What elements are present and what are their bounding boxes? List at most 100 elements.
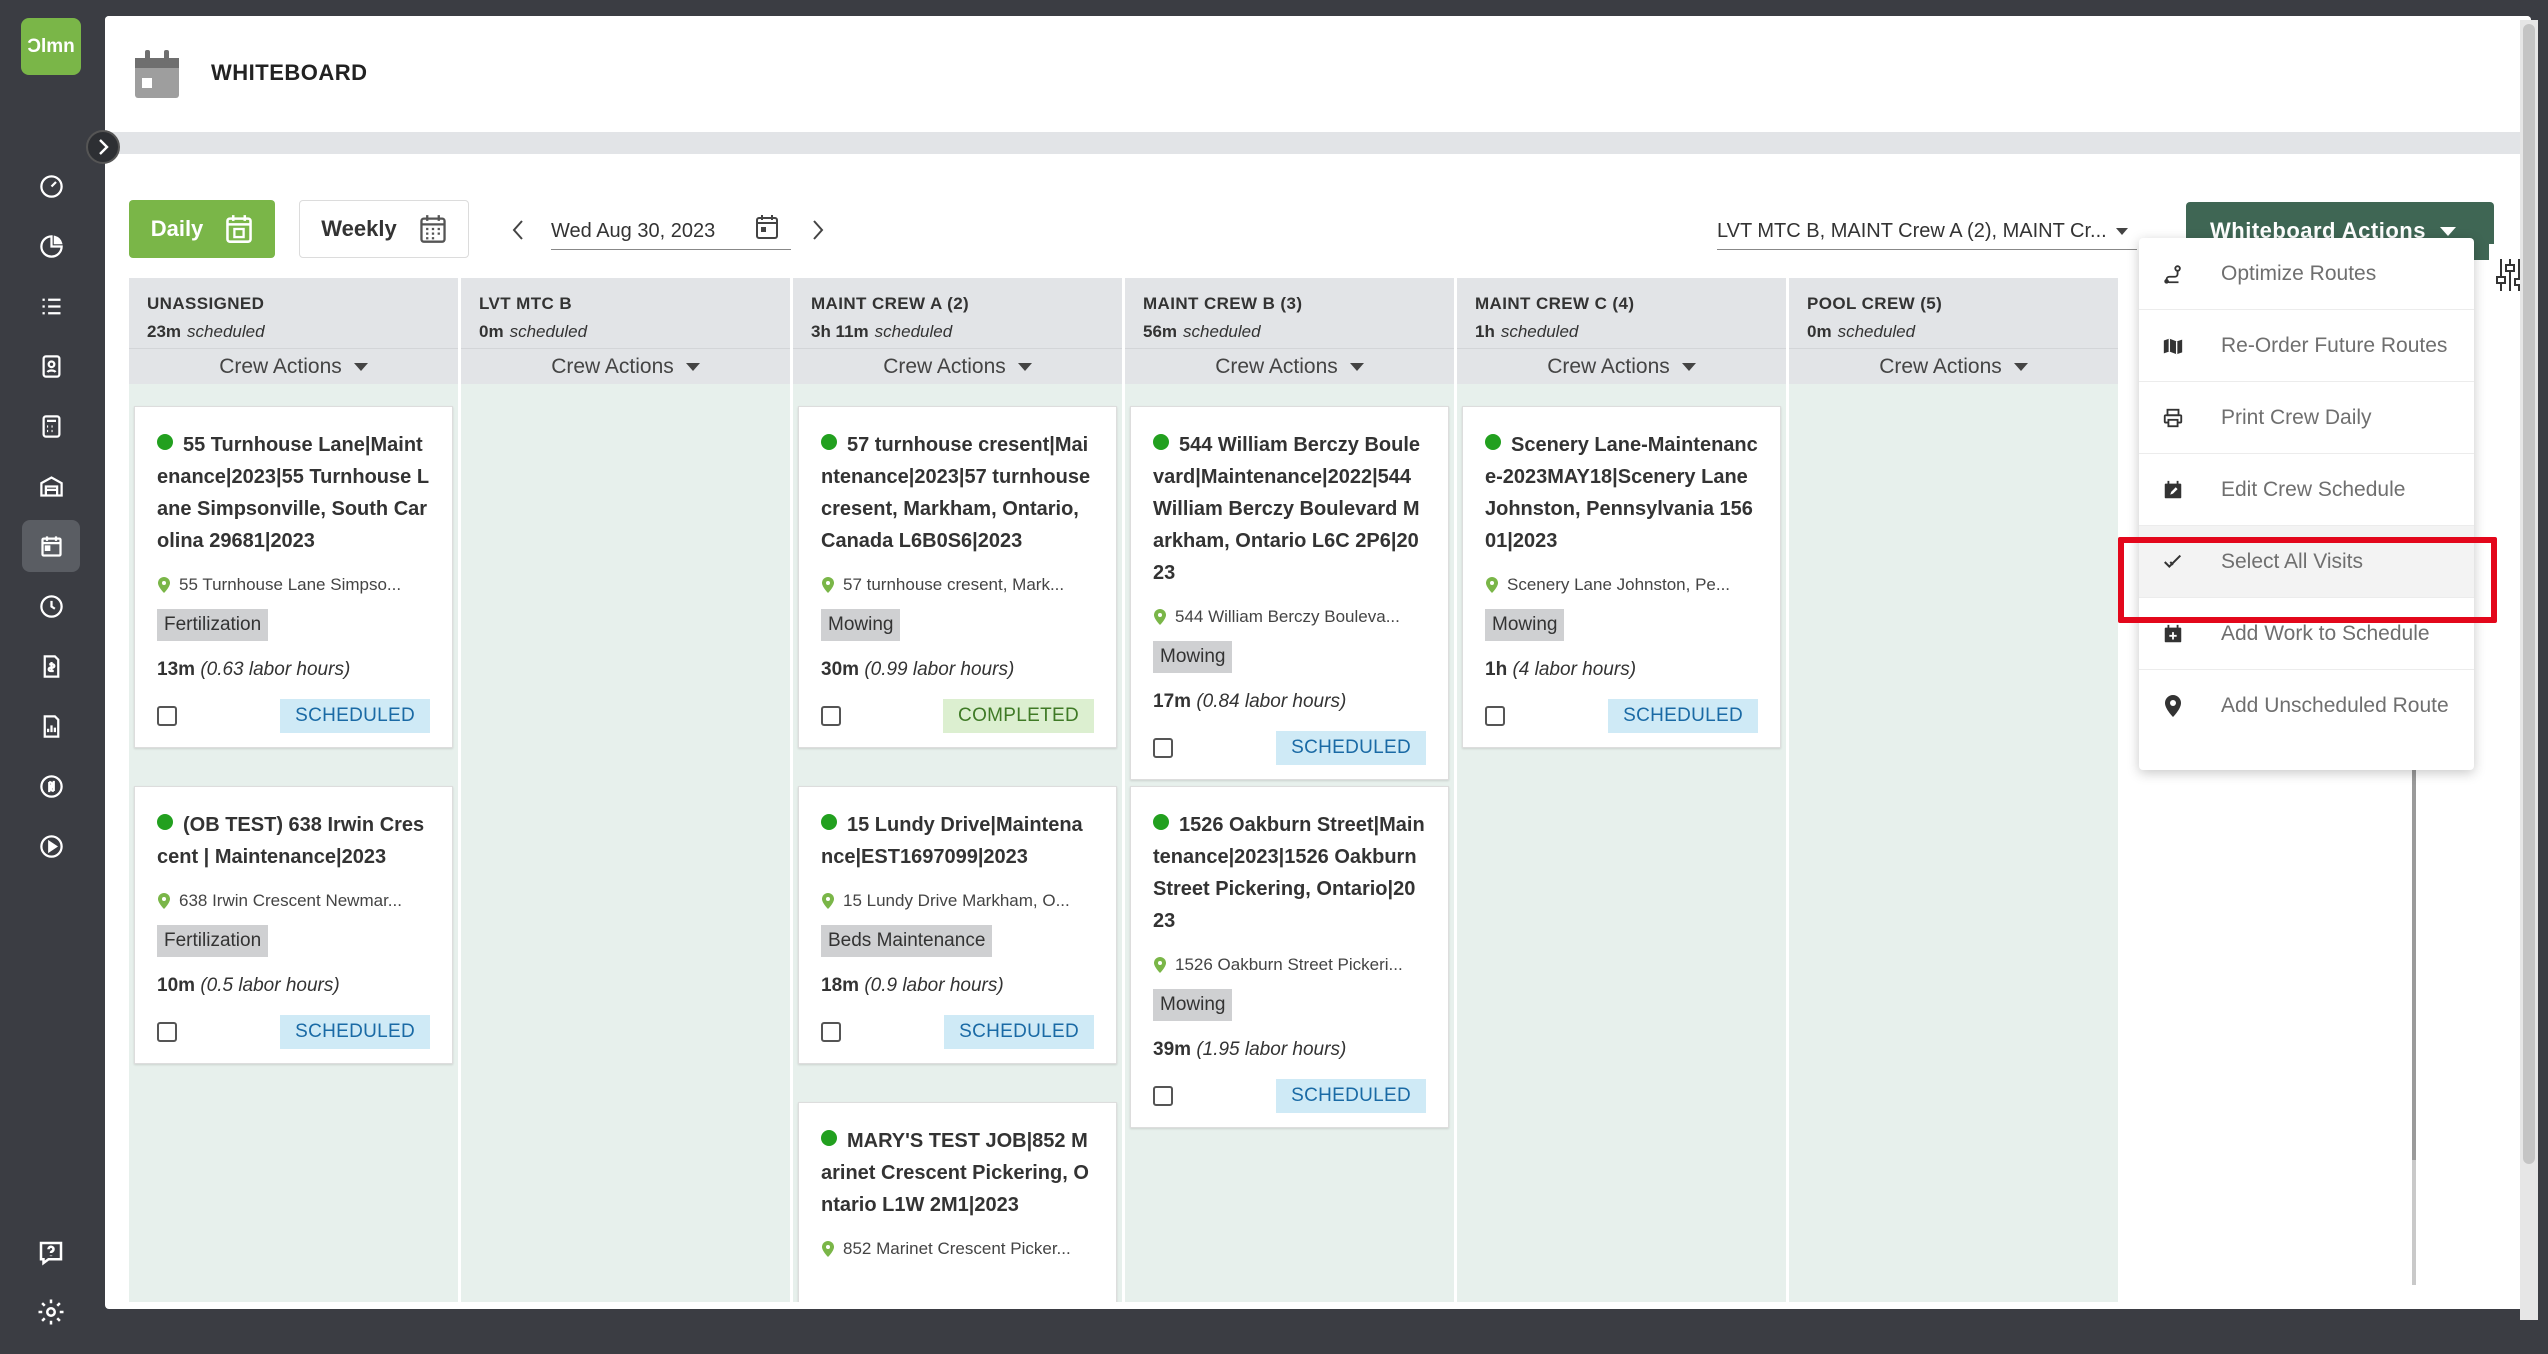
settings-icon[interactable] — [36, 1297, 66, 1327]
invoice-icon[interactable] — [22, 640, 80, 692]
visit-select-checkbox[interactable] — [1153, 1086, 1173, 1106]
duration-value: 10m — [157, 975, 196, 996]
clock-icon[interactable] — [22, 580, 80, 632]
help-icon[interactable] — [36, 1238, 66, 1268]
crew-filter-select[interactable]: LVT MTC B, MAINT Crew A (2), MAINT Cr... — [1717, 212, 2137, 250]
visit-address-text: 638 Irwin Crescent Newmar... — [179, 891, 402, 910]
map-icon — [2159, 332, 2187, 360]
calendar-edit-icon — [2159, 476, 2187, 504]
scheduled-label: scheduled — [187, 322, 265, 341]
warehouse-icon[interactable] — [22, 460, 80, 512]
crew-scheduled-time: 56m scheduled — [1143, 322, 1436, 342]
menu-item-add-unscheduled-route[interactable]: Add Unscheduled Route — [2139, 670, 2474, 742]
menu-item-optimize-routes[interactable]: Optimize Routes — [2139, 238, 2474, 310]
date-picker-icon[interactable] — [755, 214, 779, 245]
menu-item-reorder-future-routes[interactable]: Re-Order Future Routes — [2139, 310, 2474, 382]
visit-card[interactable]: 544 William Berczy Boulevard|Maintenance… — [1130, 406, 1449, 780]
caret-down-icon[interactable] — [2115, 224, 2129, 242]
visit-card[interactable]: 57 turnhouse cresent|Maintenance|2023|57… — [798, 406, 1117, 748]
status-dot — [157, 434, 173, 450]
labor-hours: (0.99 labor hours) — [864, 659, 1015, 680]
crew-actions-dropdown[interactable]: Crew Actions — [793, 348, 1122, 384]
menu-item-edit-crew-schedule[interactable]: Edit Crew Schedule — [2139, 454, 2474, 526]
visit-card[interactable]: 1526 Oakburn Street|Maintenance|2023|152… — [1130, 786, 1449, 1128]
crew-actions-dropdown[interactable]: Crew Actions — [1457, 348, 1786, 384]
service-tag: Mowing — [1153, 989, 1233, 1021]
menu-item-print-crew-daily[interactable]: Print Crew Daily — [2139, 382, 2474, 454]
location-pin-icon — [1486, 577, 1498, 593]
page-header: WHITEBOARD — [105, 16, 2531, 132]
visit-title: MARY'S TEST JOB|852 Marinet Crescent Pic… — [821, 1125, 1094, 1221]
expand-sidebar-button[interactable] — [86, 130, 120, 164]
caret-down-icon — [1349, 362, 1364, 371]
visit-card[interactable]: (OB TEST) 638 Irwin Crescent | Maintenan… — [134, 786, 453, 1064]
scheduled-duration: 23m — [147, 322, 182, 341]
play-icon[interactable] — [22, 820, 80, 872]
visit-address: 57 turnhouse cresent, Mark... — [821, 575, 1094, 595]
crew-actions-dropdown[interactable]: Crew Actions — [461, 348, 790, 384]
crew-scheduled-time: 0m scheduled — [479, 322, 772, 342]
status-badge: SCHEDULED — [944, 1015, 1094, 1049]
visit-card[interactable]: Scenery Lane-Maintenance-2023MAY18|Scene… — [1462, 406, 1781, 748]
visit-select-checkbox[interactable] — [157, 706, 177, 726]
labor-hours: (0.63 labor hours) — [200, 659, 351, 680]
report-icon[interactable] — [22, 700, 80, 752]
visit-select-checkbox[interactable] — [821, 1022, 841, 1042]
whiteboard-board: UNASSIGNED 23m scheduled Crew Actions 55 … — [129, 278, 2139, 1302]
previous-date-button[interactable] — [505, 216, 531, 244]
visit-card[interactable]: 55 Turnhouse Lane|Maintenance|2023|55 Tu… — [134, 406, 453, 748]
crew-scheduled-time: 3h 11m scheduled — [811, 322, 1104, 342]
labor-hours: (0.84 labor hours) — [1196, 691, 1347, 712]
page-scrollbar-thumb[interactable] — [2523, 24, 2535, 1164]
duration-value: 30m — [821, 659, 860, 680]
visit-address-text: 55 Turnhouse Lane Simpso... — [179, 575, 402, 594]
visit-title-text: 57 turnhouse cresent|Maintenance|2023|57… — [821, 434, 1091, 552]
location-pin-icon — [2159, 692, 2187, 720]
menu-item-label: Print Crew Daily — [2221, 405, 2372, 429]
visit-title-text: MARY'S TEST JOB|852 Marinet Crescent Pic… — [821, 1130, 1089, 1216]
scheduled-duration: 3h 11m — [811, 322, 869, 341]
quickbooks-icon[interactable] — [22, 760, 80, 812]
status-dot — [1153, 434, 1169, 450]
crew-column-unassigned: UNASSIGNED 23m scheduled Crew Actions 55 … — [129, 278, 458, 1302]
caret-down-icon — [2013, 362, 2028, 371]
crew-actions-label: Crew Actions — [551, 354, 674, 378]
next-date-button[interactable] — [805, 216, 831, 244]
crew-name: UNASSIGNED — [147, 294, 265, 313]
calculator-icon[interactable] — [22, 400, 80, 452]
crew-actions-dropdown[interactable]: Crew Actions — [1789, 348, 2118, 384]
reports-pie-icon[interactable] — [22, 220, 80, 272]
visit-footer: SCHEDULED — [1153, 731, 1426, 779]
crew-actions-dropdown[interactable]: Crew Actions — [1125, 348, 1454, 384]
print-icon — [2159, 404, 2187, 432]
contacts-icon[interactable] — [22, 340, 80, 392]
daily-view-button[interactable]: Daily — [129, 200, 275, 258]
crew-column-lvt-mtc-b: LVT MTC B 0m scheduled Crew Actions — [461, 278, 790, 1302]
location-pin-icon — [1154, 609, 1166, 625]
visit-select-checkbox[interactable] — [1485, 706, 1505, 726]
visit-address: 55 Turnhouse Lane Simpso... — [157, 575, 430, 595]
list-icon[interactable] — [22, 280, 80, 332]
calendar-week-icon — [420, 215, 446, 243]
visit-card[interactable]: 15 Lundy Drive|Maintenance|EST1697099|20… — [798, 786, 1117, 1064]
route-icon — [2159, 260, 2187, 288]
duration-value: 17m — [1153, 691, 1192, 712]
location-pin-icon — [822, 893, 834, 909]
calendar-icon[interactable] — [22, 520, 80, 572]
status-badge: COMPLETED — [943, 699, 1094, 733]
weekly-view-button[interactable]: Weekly — [299, 200, 469, 258]
visit-card[interactable]: MARY'S TEST JOB|852 Marinet Crescent Pic… — [798, 1102, 1117, 1302]
visit-select-checkbox[interactable] — [1153, 738, 1173, 758]
status-dot — [821, 1130, 837, 1146]
app-logo[interactable]: Ɔlmn — [21, 18, 81, 75]
crew-column-header: MAINT CREW B (3) 56m scheduled — [1125, 278, 1454, 348]
dashboard-icon[interactable] — [22, 160, 80, 212]
chevron-right-icon — [813, 220, 824, 240]
crew-actions-dropdown[interactable]: Crew Actions — [129, 348, 458, 384]
visit-select-checkbox[interactable] — [821, 706, 841, 726]
visit-select-checkbox[interactable] — [157, 1022, 177, 1042]
scheduled-label: scheduled — [509, 322, 588, 341]
visit-title-text: 15 Lundy Drive|Maintenance|EST1697099|20… — [821, 814, 1083, 868]
visit-address: Scenery Lane Johnston, Pe... — [1485, 575, 1758, 595]
labor-hours: (0.9 labor hours) — [864, 975, 1004, 996]
